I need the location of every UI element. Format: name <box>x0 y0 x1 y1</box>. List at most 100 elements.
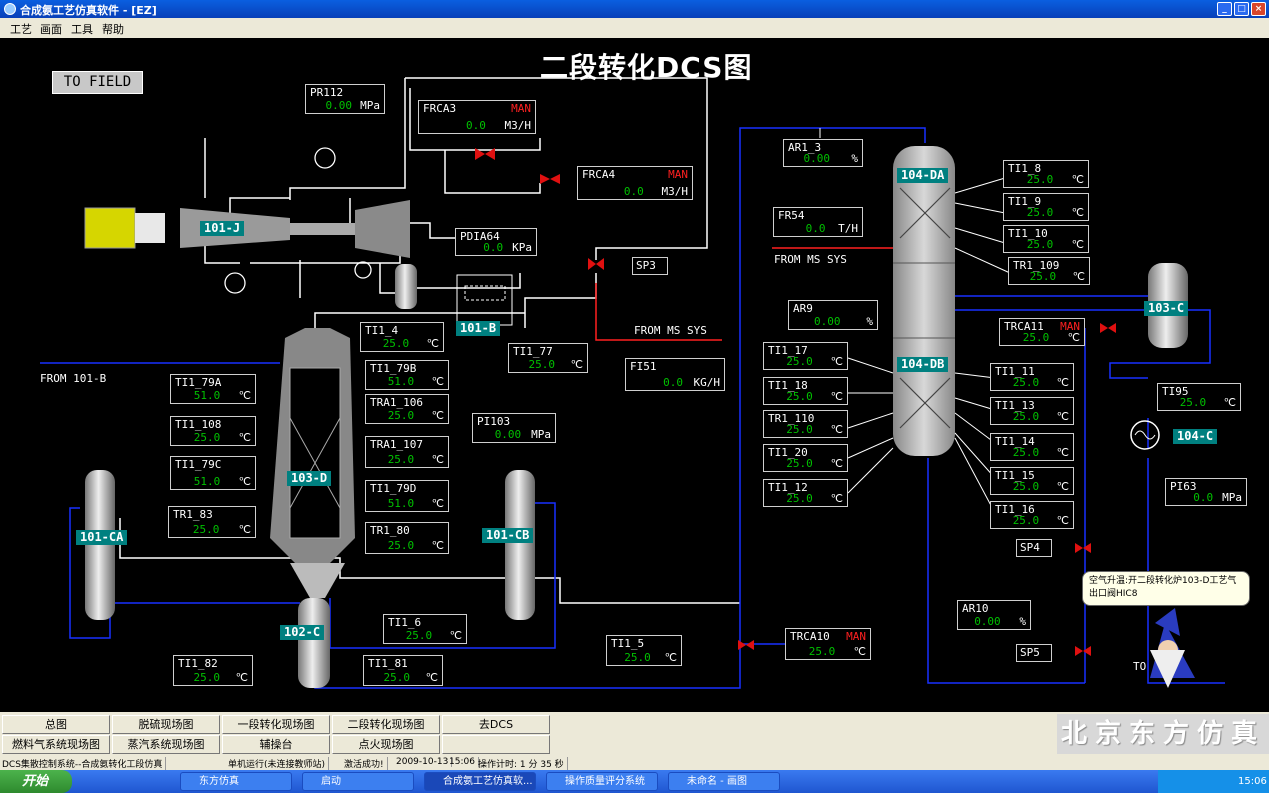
tag-value: 25.0 <box>387 453 415 466</box>
instrument-tag-ti1-6[interactable]: TI1_6 25.0 ℃ <box>383 614 467 644</box>
taskbar-item[interactable]: 东方仿真 <box>180 772 292 791</box>
tag-value: 25.0 <box>786 492 813 505</box>
status-activation: 激活成功! <box>344 757 388 770</box>
instrument-tag-ti1-10[interactable]: TI1_10 25.0 ℃ <box>1003 225 1089 253</box>
instrument-tag-ti1-16[interactable]: TI1_16 25.0 ℃ <box>990 501 1074 529</box>
instrument-tag-ti1-9[interactable]: TI1_9 25.0 ℃ <box>1003 193 1089 221</box>
instrument-tag-ti1-4[interactable]: TI1_4 25.0 ℃ <box>360 322 444 352</box>
tag-value: 0.00 <box>974 615 1001 628</box>
instrument-tag-ar1-3[interactable]: AR1_3 0.00% <box>783 139 863 167</box>
nav-fuel-gas-button[interactable]: 燃料气系统现场图 <box>2 735 110 754</box>
to-field-button[interactable]: TO FIELD <box>52 71 143 94</box>
tag-value: 25.0 <box>1012 446 1040 459</box>
tag-unit: M3/H <box>504 119 532 132</box>
instrument-tag-ti95[interactable]: TI95 25.0 ℃ <box>1157 383 1241 411</box>
nav-secondary-reformer-button[interactable]: 二段转化现场图 <box>332 715 440 734</box>
nav-steam-button[interactable]: 蒸汽系统现场图 <box>112 735 220 754</box>
close-button[interactable]: × <box>1251 2 1266 16</box>
instrument-tag-pr112[interactable]: PR112 0.00 MPa <box>305 84 385 114</box>
instrument-tag-tr1-110[interactable]: TR1_110 25.0 ℃ <box>763 410 848 438</box>
taskbar-item[interactable]: 操作质量评分系统 <box>546 772 658 791</box>
start-button[interactable]: 开始 <box>0 770 72 793</box>
instrument-tag-ti1-20[interactable]: TI1_20 25.0 ℃ <box>763 444 848 472</box>
tag-unit: ℃ <box>1072 270 1085 283</box>
tag-name: TI1_108 <box>175 418 222 431</box>
minimize-button[interactable]: _ <box>1217 2 1232 16</box>
status-system: DCS集散控制系统--合成氨转化工段仿真 <box>2 757 167 770</box>
taskbar-item[interactable]: 未命名 - 画图 <box>668 772 780 791</box>
menu-screen[interactable]: 画面 <box>40 21 62 37</box>
window-titlebar[interactable]: 合成氨工艺仿真软件 - [EZ] _ □ × <box>0 0 1269 18</box>
assistant-tip-bubble: 空气升温:开二段转化炉103-D工艺气出口阀HIC8 <box>1082 571 1250 606</box>
tag-value: 0.0 <box>623 185 644 198</box>
instrument-tag-tr1-80[interactable]: TR1_80 25.0 ℃ <box>365 522 449 554</box>
equipment-label: 101-CB <box>482 528 534 543</box>
instrument-tag-ti1-15[interactable]: TI1_15 25.0 ℃ <box>990 467 1074 495</box>
tag-value: 25.0 <box>1026 206 1054 219</box>
menu-process[interactable]: 工艺 <box>10 21 32 37</box>
instrument-tag-tra1-106[interactable]: TRA1_106 25.0 ℃ <box>365 394 449 424</box>
nav-ignition-button[interactable]: 点火现场图 <box>332 735 440 754</box>
nav-overview-button[interactable]: 总图 <box>2 715 110 734</box>
instrument-tag-ti1-79a[interactable]: TI1_79A 51.0 ℃ <box>170 374 256 404</box>
tag-value: 25.0 <box>1029 270 1057 283</box>
setpoint-sp3[interactable]: SP3 <box>632 257 668 275</box>
tag-unit: ℃ <box>1067 331 1080 344</box>
equipment-label: 104-C <box>1173 429 1218 444</box>
tag-name: TI1_82 <box>178 657 218 670</box>
menu-tools[interactable]: 工具 <box>71 21 93 37</box>
nav-aux-console-button[interactable]: 辅操台 <box>222 735 330 754</box>
system-tray-clock: 15:06 <box>1158 770 1269 793</box>
nav-to-dcs-button[interactable]: 去DCS <box>442 715 550 734</box>
instrument-tag-trca11[interactable]: TRCA11 MAN 25.0 ℃ <box>999 318 1085 346</box>
instrument-tag-tra1-107[interactable]: TRA1_107 25.0 ℃ <box>365 436 449 468</box>
instrument-tag-ar10[interactable]: AR10 0.00% <box>957 600 1031 630</box>
instrument-tag-ti1-18[interactable]: TI1_18 25.0 ℃ <box>763 377 848 405</box>
process-diagram: 二段转化DCS图 TO FIELD FROM 101-B FROM MS SYS… <box>0 38 1269 712</box>
tag-unit: ℃ <box>238 389 251 402</box>
instrument-tag-pdia64[interactable]: PDIA64 0.0 KPa <box>455 228 537 256</box>
instrument-tag-fi51[interactable]: FI51 0.0 KG/H <box>625 358 725 391</box>
setpoint-sp5[interactable]: SP5 <box>1016 644 1052 662</box>
nav-primary-reformer-button[interactable]: 一段转化现场图 <box>222 715 330 734</box>
vessel-101cb <box>505 470 535 620</box>
instrument-tag-frca4[interactable]: FRCA4 MAN 0.0 M3/H <box>577 166 693 200</box>
instrument-tag-ti1-8[interactable]: TI1_8 25.0 ℃ <box>1003 160 1089 188</box>
instrument-tag-pi103[interactable]: PI103 0.00 MPa <box>472 413 556 443</box>
tag-value: 25.0 <box>786 423 813 436</box>
instrument-tag-ti1-79c[interactable]: TI1_79C 51.0 ℃ <box>170 456 256 490</box>
instrument-tag-ti1-108[interactable]: TI1_108 25.0 ℃ <box>170 416 256 446</box>
instrument-tag-trca10[interactable]: TRCA10 MAN 25.0 ℃ <box>785 628 871 660</box>
instrument-tag-ti1-82[interactable]: TI1_82 25.0 ℃ <box>173 655 253 686</box>
menu-help[interactable]: 帮助 <box>102 21 124 37</box>
equipment-label: 103-C <box>1144 301 1189 316</box>
instrument-tag-ti1-13[interactable]: TI1_13 25.0 ℃ <box>990 397 1074 425</box>
instrument-tag-pi63[interactable]: PI63 0.0 MPa <box>1165 478 1247 506</box>
instrument-tag-ti1-77[interactable]: TI1_77 25.0 ℃ <box>508 343 588 373</box>
instrument-tag-tr1-83[interactable]: TR1_83 25.0 ℃ <box>168 506 256 538</box>
instrument-tag-fr54[interactable]: FR54 0.0 T/H <box>773 207 863 237</box>
taskbar-item[interactable]: 合成氨工艺仿真软... <box>424 772 536 791</box>
maximize-button[interactable]: □ <box>1234 2 1249 16</box>
tag-unit: ℃ <box>235 671 248 684</box>
instrument-tag-ti1-5[interactable]: TI1_5 25.0 ℃ <box>606 635 682 666</box>
tag-name: AR10 <box>962 602 989 615</box>
nav-empty-button[interactable] <box>442 735 550 754</box>
nav-desulfurization-button[interactable]: 脱硫现场图 <box>112 715 220 734</box>
instrument-tag-ar9[interactable]: AR9 0.00% <box>788 300 878 330</box>
instrument-tag-ti1-79b[interactable]: TI1_79B 51.0 ℃ <box>365 360 449 390</box>
instrument-tag-ti1-81[interactable]: TI1_81 25.0 ℃ <box>363 655 443 686</box>
instrument-tag-ti1-14[interactable]: TI1_14 25.0 ℃ <box>990 433 1074 461</box>
tag-name: TI1_5 <box>611 637 645 650</box>
instrument-tag-ti1-11[interactable]: TI1_11 25.0 ℃ <box>990 363 1074 391</box>
setpoint-sp4[interactable]: SP4 <box>1016 539 1052 557</box>
tag-value: 51.0 <box>387 375 415 388</box>
instrument-tag-ti1-79d[interactable]: TI1_79D 51.0 ℃ <box>365 480 449 512</box>
instrument-tag-ti1-17[interactable]: TI1_17 25.0 ℃ <box>763 342 848 370</box>
instrument-tag-ti1-12[interactable]: TI1_12 25.0 ℃ <box>763 479 848 507</box>
tag-unit: % <box>851 152 858 165</box>
instrument-tag-tr1-109[interactable]: TR1_109 25.0 ℃ <box>1008 257 1090 285</box>
instrument-tag-frca3[interactable]: FRCA3 MAN 0.0 M3/H <box>418 100 536 134</box>
taskbar-item[interactable]: 启动 <box>302 772 414 791</box>
equipment-label: 101-J <box>200 221 245 236</box>
